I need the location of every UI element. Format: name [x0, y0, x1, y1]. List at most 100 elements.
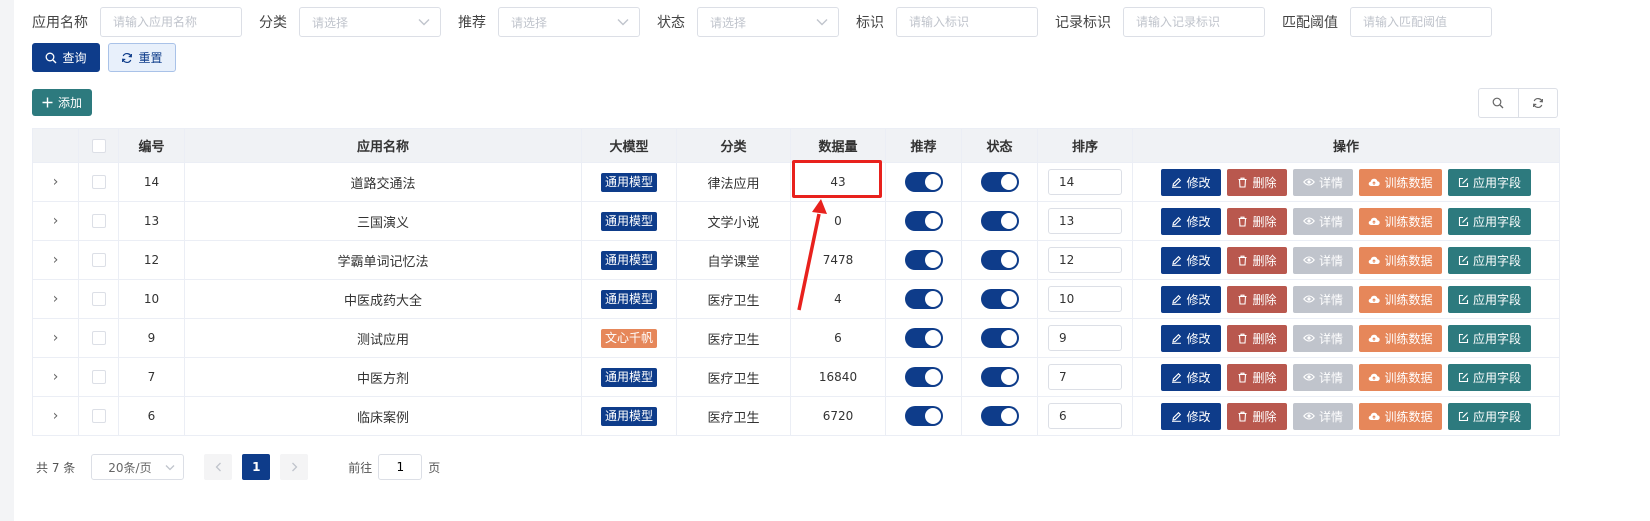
chevron-right-icon[interactable]: › [53, 330, 59, 346]
chevron-right-icon[interactable]: › [53, 213, 59, 229]
match-threshold-input[interactable] [1350, 7, 1492, 37]
delete-button[interactable]: 删除 [1227, 285, 1287, 313]
train-data-button[interactable]: 训练数据 [1359, 207, 1442, 235]
delete-button[interactable]: 删除 [1227, 402, 1287, 430]
train-data-button[interactable]: 训练数据 [1359, 168, 1442, 196]
reset-button[interactable]: 重置 [108, 43, 176, 72]
delete-button[interactable]: 删除 [1227, 207, 1287, 235]
goto-page-input[interactable] [378, 454, 423, 480]
recommend-switch[interactable] [904, 367, 943, 387]
status-select-placeholder: 请选择 [710, 15, 747, 30]
delete-button[interactable]: 删除 [1227, 246, 1287, 274]
sort-input[interactable] [1048, 247, 1122, 273]
app-fields-button[interactable]: 应用字段 [1448, 363, 1531, 391]
app-name-input[interactable] [100, 7, 242, 37]
detail-button[interactable]: 详情 [1293, 363, 1353, 391]
status-switch[interactable] [980, 328, 1019, 348]
app-fields-button-label: 应用字段 [1472, 253, 1521, 268]
add-button[interactable]: 添加 [32, 89, 92, 116]
row-checkbox[interactable] [91, 214, 106, 229]
recommend-switch[interactable] [904, 328, 943, 348]
row-checkbox[interactable] [91, 292, 106, 307]
page-number-current[interactable]: 1 [242, 454, 271, 480]
record-identifier-input[interactable] [1123, 7, 1265, 37]
status-switch[interactable] [980, 289, 1019, 309]
app-fields-button[interactable]: 应用字段 [1448, 402, 1531, 430]
train-data-button[interactable]: 训练数据 [1359, 363, 1442, 391]
train-data-button-label: 训练数据 [1384, 370, 1433, 385]
sort-input[interactable] [1048, 208, 1122, 234]
edit-button[interactable]: 修改 [1161, 168, 1221, 196]
detail-button[interactable]: 详情 [1293, 168, 1353, 196]
train-data-button[interactable]: 训练数据 [1359, 402, 1442, 430]
train-data-button[interactable]: 训练数据 [1359, 285, 1442, 313]
category-select[interactable]: 请选择 [299, 7, 441, 37]
row-checkbox[interactable] [91, 175, 106, 190]
recommend-switch[interactable] [904, 211, 943, 231]
status-switch[interactable] [980, 406, 1019, 426]
app-fields-button[interactable]: 应用字段 [1448, 207, 1531, 235]
chevron-right-icon[interactable]: › [53, 408, 59, 424]
chevron-right-icon[interactable]: › [53, 174, 59, 190]
action-group: 修改 删除 详情 训练数据 应用字段 [1133, 246, 1559, 274]
refresh-table-button[interactable] [1517, 89, 1558, 117]
table-tools [1478, 88, 1558, 118]
delete-button[interactable]: 删除 [1227, 363, 1287, 391]
detail-button[interactable]: 详情 [1293, 246, 1353, 274]
header-status: 状态 [961, 128, 1038, 163]
page-size-select[interactable]: 20条/页 [91, 454, 185, 480]
chevron-right-icon[interactable]: › [53, 369, 59, 385]
app-fields-button[interactable]: 应用字段 [1448, 285, 1531, 313]
row-checkbox[interactable] [91, 253, 106, 268]
sort-input[interactable] [1048, 403, 1122, 429]
edit-button[interactable]: 修改 [1161, 285, 1221, 313]
edit-button[interactable]: 修改 [1161, 363, 1221, 391]
chevron-right-icon[interactable]: › [53, 252, 59, 268]
app-fields-button[interactable]: 应用字段 [1448, 168, 1531, 196]
status-switch[interactable] [980, 172, 1019, 192]
delete-button[interactable]: 删除 [1227, 168, 1287, 196]
delete-button[interactable]: 删除 [1227, 324, 1287, 352]
detail-button[interactable]: 详情 [1293, 285, 1353, 313]
cell-model: 通用模型 [581, 201, 677, 241]
status-switch[interactable] [980, 211, 1019, 231]
detail-button[interactable]: 详情 [1293, 324, 1353, 352]
sort-input[interactable] [1048, 286, 1122, 312]
query-button[interactable]: 查询 [32, 43, 100, 72]
identifier-input[interactable] [896, 7, 1038, 37]
cell-model: 通用模型 [581, 396, 677, 436]
edit-square-icon [1458, 216, 1469, 226]
app-fields-button[interactable]: 应用字段 [1448, 324, 1531, 352]
chevron-right-icon[interactable]: › [53, 291, 59, 307]
app-fields-button[interactable]: 应用字段 [1448, 246, 1531, 274]
cell-sort [1037, 357, 1133, 397]
edit-button[interactable]: 修改 [1161, 246, 1221, 274]
row-checkbox[interactable] [91, 370, 106, 385]
status-switch[interactable] [980, 367, 1019, 387]
select-all-checkbox[interactable] [91, 138, 106, 153]
sort-input[interactable] [1048, 169, 1122, 195]
recommend-select[interactable]: 请选择 [498, 7, 640, 37]
detail-button[interactable]: 详情 [1293, 207, 1353, 235]
row-checkbox[interactable] [91, 331, 106, 346]
train-data-button[interactable]: 训练数据 [1359, 246, 1442, 274]
app-fields-button-label: 应用字段 [1472, 409, 1521, 424]
prev-page-button[interactable] [204, 454, 233, 480]
cell-category: 自学课堂 [676, 240, 791, 280]
recommend-switch[interactable] [904, 406, 943, 426]
train-data-button[interactable]: 训练数据 [1359, 324, 1442, 352]
next-page-button[interactable] [280, 454, 309, 480]
toggle-search-button[interactable] [1479, 89, 1518, 117]
status-select[interactable]: 请选择 [697, 7, 839, 37]
recommend-switch[interactable] [904, 172, 943, 192]
edit-button[interactable]: 修改 [1161, 402, 1221, 430]
row-checkbox[interactable] [91, 409, 106, 424]
detail-button[interactable]: 详情 [1293, 402, 1353, 430]
recommend-switch[interactable] [904, 289, 943, 309]
sort-input[interactable] [1048, 325, 1122, 351]
sort-input[interactable] [1048, 364, 1122, 390]
edit-button[interactable]: 修改 [1161, 207, 1221, 235]
recommend-switch[interactable] [904, 250, 943, 270]
edit-button[interactable]: 修改 [1161, 324, 1221, 352]
status-switch[interactable] [980, 250, 1019, 270]
